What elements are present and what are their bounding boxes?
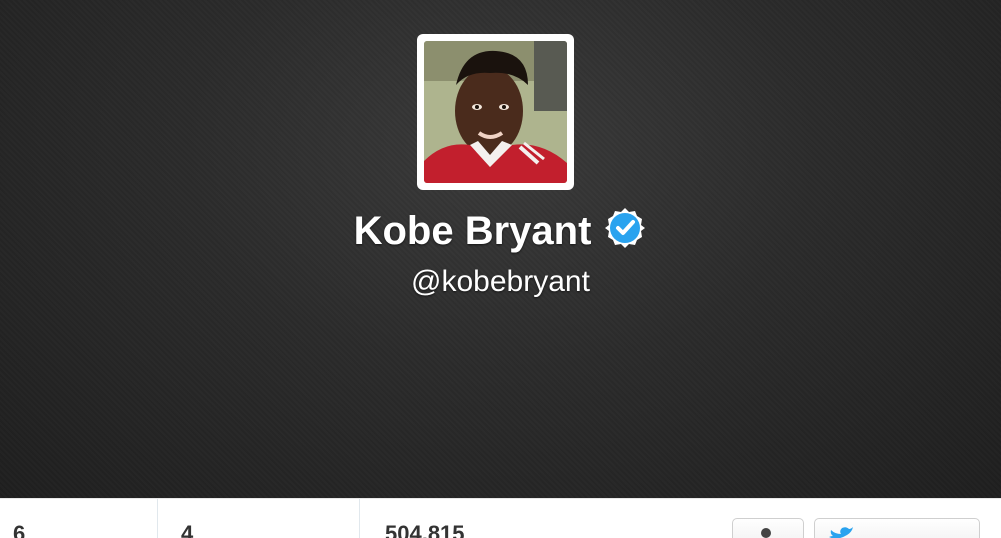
avatar-frame[interactable] bbox=[417, 34, 574, 190]
tweets-count: 6 bbox=[13, 521, 26, 538]
followers-stat[interactable]: 504,815 bbox=[360, 499, 560, 538]
profile-header: Kobe Bryant @kobebryant bbox=[0, 0, 1001, 498]
tweets-stat[interactable]: 6 bbox=[0, 499, 158, 538]
profile-name: Kobe Bryant bbox=[353, 209, 592, 253]
follow-bird-icon bbox=[829, 527, 853, 538]
user-actions-button[interactable] bbox=[732, 518, 804, 538]
follow-button[interactable] bbox=[814, 518, 980, 538]
profile-handle[interactable]: @kobebryant bbox=[0, 262, 1001, 302]
profile-page: Kobe Bryant @kobebryant 6 4 504,815 bbox=[0, 0, 1001, 538]
name-row: Kobe Bryant bbox=[0, 203, 1001, 259]
verified-badge-icon bbox=[605, 208, 646, 248]
avatar bbox=[424, 41, 567, 183]
user-icon bbox=[761, 528, 771, 538]
followers-count: 504,815 bbox=[385, 521, 465, 538]
following-stat[interactable]: 4 bbox=[158, 499, 360, 538]
following-count: 4 bbox=[181, 521, 194, 538]
